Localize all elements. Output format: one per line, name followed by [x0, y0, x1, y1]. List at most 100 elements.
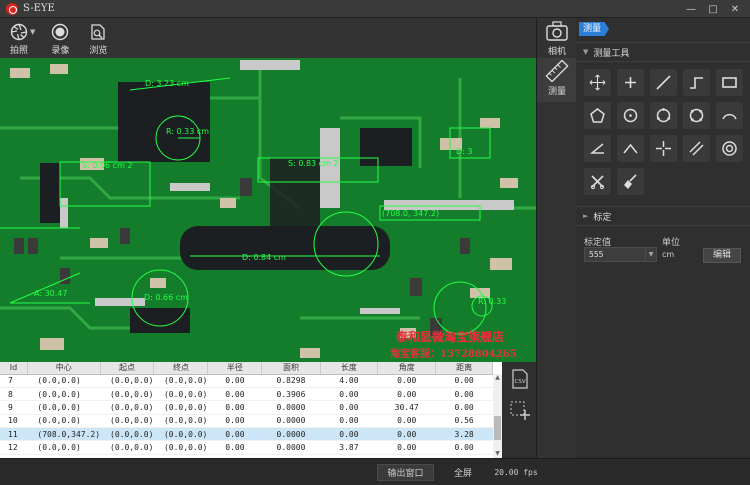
col-radius[interactable]: 半径: [207, 362, 263, 375]
col-area[interactable]: 面积: [261, 362, 321, 375]
col-start[interactable]: 起点: [100, 362, 155, 375]
pcb-image: D: 3.23 cm R: 0.33 cm S: 0.06 cm 2 S: 0.…: [0, 58, 536, 362]
table-cell: (0.0,0.0): [153, 427, 208, 442]
table-cell: (0.0,0.0): [27, 440, 101, 455]
measurement-table[interactable]: Id 中心 起点 终点 半径 面积 长度 角度 距离 7 (0.0,0.0) (0.…: [0, 362, 502, 458]
table-cell: 0.00: [207, 427, 262, 442]
tab-camera[interactable]: 相机: [537, 18, 577, 62]
calib-value-select[interactable]: 555: [584, 247, 646, 262]
scroll-thumb[interactable]: [494, 416, 501, 440]
status-bar: 输出窗口 全屏 20.00 fps: [0, 458, 750, 485]
tab-measure-label: 测量: [547, 87, 566, 97]
table-row[interactable]: 12 (0.0,0.0) (0.0,0.0) (0.0,0.0) 0.00 0.0000 3…: [0, 440, 493, 455]
tab-measure[interactable]: 测量: [537, 58, 577, 102]
record-icon: [52, 23, 69, 41]
circle-3pt-tool-button[interactable]: [650, 102, 677, 129]
table-cell: 0.0000: [261, 400, 321, 415]
capture-dropdown-icon[interactable]: ▼: [30, 28, 35, 36]
table-row[interactable]: 7 (0.0,0.0) (0.0,0.0) (0.0,0.0) 0.00 0.8298 4.…: [0, 374, 493, 388]
calibration-section-header[interactable]: ► 标定: [576, 206, 750, 226]
tools-section-header[interactable]: ▼ 测量工具: [576, 42, 750, 62]
scroll-up-icon[interactable]: ▲: [494, 374, 501, 382]
polyline-tool-icon: [690, 77, 703, 89]
camera-viewport[interactable]: D: 3.23 cm R: 0.33 cm S: 0.06 cm 2 S: 0.…: [0, 58, 536, 362]
record-button[interactable]: 录像: [45, 18, 75, 58]
annotation-r1: R: 0.33 cm: [166, 127, 209, 136]
fullscreen-button[interactable]: 全屏: [446, 464, 480, 481]
annotation-r2: R: 0.33: [478, 297, 506, 306]
concentric-circles-tool-button[interactable]: [716, 135, 743, 162]
point-tool-button[interactable]: [617, 69, 644, 96]
add-selection-icon[interactable]: [509, 400, 531, 422]
table-row[interactable]: 11 (708.0,347.2) (0.0,0.0) (0.0,0.0) 0.00 0.0…: [0, 427, 493, 442]
col-length[interactable]: 长度: [320, 362, 379, 375]
svg-text:CSV: CSV: [515, 379, 526, 385]
table-header: Id 中心 起点 终点 半径 面积 长度 角度 距离: [0, 362, 493, 375]
table-cell: 0.00: [377, 414, 436, 429]
table-cell: 0.00: [435, 374, 493, 388]
browse-icon: [91, 24, 106, 40]
annotation-center: (708.0, 347.2): [382, 209, 439, 218]
measure-panel: 测量 ▼ 测量工具 ► 标定 标定值 单位 555 ▼ cm 编辑: [576, 18, 750, 458]
table-cell: (0.0,0.0): [27, 374, 101, 388]
capture-button[interactable]: 拍照: [4, 18, 34, 58]
table-scrollbar[interactable]: ▲ ▼: [493, 374, 502, 458]
arc-tool-icon: [722, 113, 737, 120]
angle-tool-button[interactable]: [584, 135, 611, 162]
aperture-icon: [10, 23, 28, 41]
arc-tool-button[interactable]: [716, 102, 743, 129]
table-cell: 0.0000: [261, 414, 321, 429]
minimize-button[interactable]: —: [680, 0, 702, 18]
circle-center-tool-button[interactable]: [617, 102, 644, 129]
unit-value: cm: [662, 250, 675, 259]
polyline-tool-button[interactable]: [683, 69, 710, 96]
rectangle-tool-button[interactable]: [716, 69, 743, 96]
col-id[interactable]: Id: [0, 362, 28, 375]
cross-tool-button[interactable]: [650, 135, 677, 162]
maximize-button[interactable]: □: [702, 0, 724, 18]
table-cell: 0.00: [207, 440, 262, 455]
polygon-tool-button[interactable]: [584, 102, 611, 129]
ruler-icon: [545, 60, 569, 82]
camera-icon: [546, 21, 568, 41]
edit-button[interactable]: 编辑: [703, 248, 741, 263]
table-cell: (0.0,0.0): [153, 374, 208, 388]
angle-3pt-tool-button[interactable]: [617, 135, 644, 162]
circle-fit-tool-button[interactable]: [683, 102, 710, 129]
col-angle[interactable]: 角度: [377, 362, 437, 375]
export-csv-icon[interactable]: CSV: [509, 368, 531, 390]
cross-tool-icon: [656, 141, 671, 156]
table-side-tools: CSV: [502, 362, 536, 458]
parallel-lines-tool-button[interactable]: [683, 135, 710, 162]
table-cell: 0.3906: [261, 387, 321, 402]
watermark-line1: 泰和显微淘宝旗舰店: [396, 330, 505, 344]
table-row[interactable]: 8 (0.0,0.0) (0.0,0.0) (0.0,0.0) 0.00 0.3906 0.…: [0, 387, 493, 402]
move-tool-button[interactable]: [584, 69, 611, 96]
panel-tab-measure[interactable]: 测量: [579, 22, 610, 36]
output-window-button[interactable]: 输出窗口: [377, 464, 434, 481]
table-cell: (0.0,0.0): [100, 414, 154, 429]
col-center[interactable]: 中心: [27, 362, 101, 375]
table-cell: 12: [0, 440, 28, 455]
chevron-down-icon[interactable]: ▼: [646, 247, 657, 262]
clear-all-tool-button[interactable]: [617, 168, 644, 195]
tools-section-title: 测量工具: [593, 48, 630, 59]
expand-caret-icon: ►: [583, 212, 589, 220]
table-cell: (0.0,0.0): [100, 400, 154, 415]
close-button[interactable]: ✕: [724, 0, 746, 18]
scroll-down-icon[interactable]: ▼: [494, 450, 501, 458]
table-row[interactable]: 9 (0.0,0.0) (0.0,0.0) (0.0,0.0) 0.00 0.0000 0.…: [0, 400, 493, 415]
collapse-caret-icon: ▼: [583, 48, 589, 56]
delete-tool-button[interactable]: [584, 168, 611, 195]
fps-readout: 20.00 fps: [494, 468, 538, 477]
col-distance[interactable]: 距离: [435, 362, 493, 375]
table-cell: 0.00: [435, 440, 493, 455]
table-cell: 10: [0, 414, 28, 429]
col-end[interactable]: 终点: [153, 362, 209, 375]
parallel-lines-tool-icon: [689, 141, 704, 156]
line-tool-button[interactable]: [650, 69, 677, 96]
annotation-d3: D: 0.66 cm: [144, 293, 188, 302]
table-row[interactable]: 10 (0.0,0.0) (0.0,0.0) (0.0,0.0) 0.00 0.0000 0…: [0, 414, 493, 429]
annotation-s2: S: 0.83 cm 2: [288, 159, 339, 168]
browse-button[interactable]: 浏览: [83, 18, 113, 58]
